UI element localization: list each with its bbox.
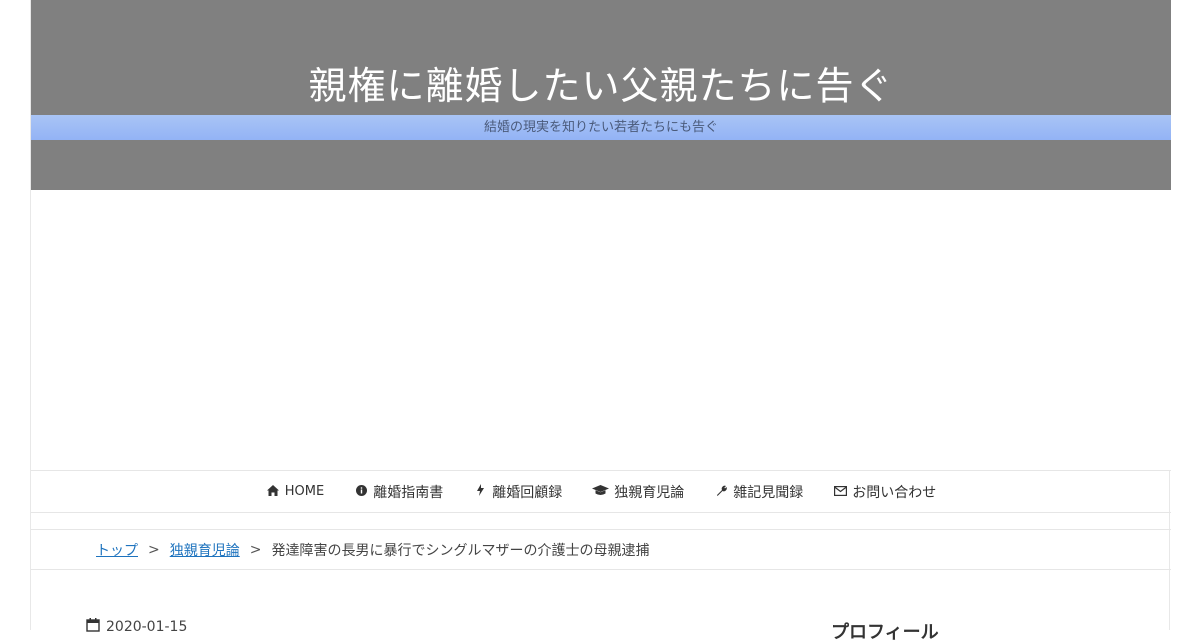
- site-title[interactable]: 親権に離婚したい父親たちに告ぐ: [31, 55, 1171, 110]
- post-date-text: 2020-01-15: [106, 619, 188, 635]
- nav-label: 独親育児論: [614, 484, 685, 501]
- nav-label: お問い合わせ: [852, 484, 937, 501]
- nav-item-guide[interactable]: 離婚指南書: [339, 482, 458, 502]
- nav-item-parenting[interactable]: 独親育児論: [577, 482, 699, 502]
- nav-label: HOME: [284, 484, 325, 499]
- breadcrumb: トップ > 独親育児論 > 発達障害の長男に暴行でシングルマザーの介護士の母親逮…: [31, 529, 1171, 570]
- nav-label: 離婚回顧録: [492, 484, 563, 501]
- breadcrumb-link-category[interactable]: 独親育児論: [170, 540, 240, 560]
- post-date: 2020-01-15: [86, 618, 187, 636]
- ad-area: [31, 190, 1171, 470]
- nav-item-home[interactable]: HOME: [251, 484, 339, 499]
- graduation-cap-icon: [592, 484, 610, 499]
- nav-label: 離婚指南書: [373, 484, 444, 501]
- bolt-icon: [473, 484, 487, 499]
- breadcrumb-separator: >: [249, 541, 262, 558]
- site-header: 親権に離婚したい父親たちに告ぐ 結婚の現実を知りたい若者たちにも告ぐ: [31, 0, 1171, 190]
- global-nav: HOME 離婚指南書 離婚回顧録 独親育児論 雑記見聞録 お問い合わせ: [31, 470, 1171, 513]
- sidebar-profile-heading: プロフィール: [831, 622, 939, 643]
- nav-item-contact[interactable]: お問い合わせ: [818, 482, 951, 502]
- calendar-icon: [86, 618, 100, 636]
- tagline-band: 結婚の現実を知りたい若者たちにも告ぐ: [31, 115, 1171, 140]
- breadcrumb-link-top[interactable]: トップ: [96, 540, 138, 560]
- nav-item-misc[interactable]: 雑記見聞録: [699, 482, 818, 502]
- envelope-icon: [833, 485, 847, 499]
- site-tagline: 結婚の現実を知りたい若者たちにも告ぐ: [483, 120, 718, 135]
- info-icon: [354, 484, 368, 499]
- nav-item-memoir[interactable]: 離婚回顧録: [458, 482, 577, 502]
- wrench-icon: [714, 485, 728, 499]
- breadcrumb-separator: >: [148, 541, 160, 558]
- nav-label: 雑記見聞録: [733, 484, 804, 501]
- page-container: 親権に離婚したい父親たちに告ぐ 結婚の現実を知りたい若者たちにも告ぐ HOME …: [30, 0, 1171, 643]
- breadcrumb-current: 発達障害の長男に暴行でシングルマザーの介護士の母親逮捕: [271, 542, 650, 559]
- home-icon: [266, 484, 280, 499]
